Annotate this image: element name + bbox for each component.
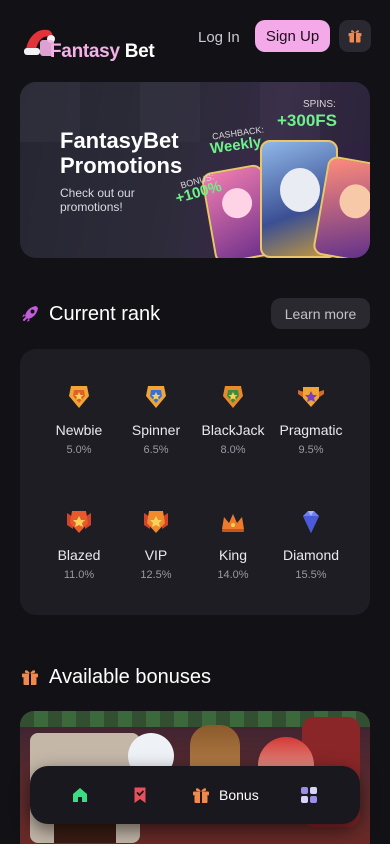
rank-percent: 11.0% [63, 569, 95, 581]
crown-icon [222, 514, 244, 532]
promo-spins-label: SPINS: [303, 99, 336, 110]
rank-panel: Newbie 5.0% Spinner 6.5% BlackJack 8.0% Pragma… [20, 349, 370, 615]
rank-name: Blazed [57, 547, 101, 563]
rank-item-king[interactable]: King 14.0% [189, 507, 277, 581]
bottom-navigation: Bonus [30, 766, 360, 824]
rank-name: BlackJack [201, 422, 265, 438]
rank-name: Diamond [282, 547, 340, 563]
rank-name: Pragmatic [279, 422, 343, 438]
rank-item-spinner[interactable]: Spinner 6.5% [112, 382, 200, 456]
rank-percent: 9.5% [298, 444, 324, 456]
spinner-badge-icon [146, 386, 166, 408]
rank-percent: 12.5% [140, 569, 172, 581]
logo-bet: Bet [124, 41, 155, 62]
grid-icon [301, 787, 317, 803]
nav-bookmark-button[interactable] [128, 783, 152, 807]
signup-button[interactable]: Sign Up [255, 20, 330, 52]
nav-bonus-button[interactable]: Bonus [191, 783, 259, 807]
rank-name: Spinner [131, 422, 181, 438]
logo[interactable]: Fantasy Bet [14, 16, 182, 62]
rank-name: King [218, 547, 248, 563]
diamond-icon [303, 511, 319, 533]
rocket-icon [22, 306, 38, 322]
available-bonuses-header: Available bonuses [20, 661, 370, 693]
home-icon [73, 788, 87, 802]
gift-icon [22, 670, 38, 685]
promo-subtitle: Check out our promotions! [60, 186, 135, 214]
rank-item-pragmatic[interactable]: Pragmatic 9.5% [267, 382, 355, 456]
nav-bonus-label: Bonus [219, 787, 259, 803]
pragmatic-badge-icon [298, 387, 324, 407]
promotions-banner[interactable]: FantasyBet Promotions Check out our prom… [20, 82, 370, 258]
rank-percent: 14.0% [217, 569, 249, 581]
promo-spins-value: +300FS [277, 111, 338, 130]
rank-percent: 6.5% [143, 444, 169, 456]
gift-icon [193, 788, 209, 803]
promo-title: FantasyBet Promotions [60, 128, 183, 178]
logo-fantasy: Fantasy [50, 41, 120, 62]
rank-percent: 8.0% [220, 444, 246, 456]
vip-badge-icon [144, 511, 168, 533]
rank-item-diamond[interactable]: Diamond 15.5% [267, 507, 355, 581]
rank-item-blackjack[interactable]: BlackJack 8.0% [189, 382, 277, 456]
rank-item-blazed[interactable]: Blazed 11.0% [35, 507, 123, 581]
blackjack-badge-icon [223, 386, 243, 408]
rank-grid: Newbie 5.0% Spinner 6.5% BlackJack 8.0% Pragma… [20, 349, 370, 615]
login-button[interactable]: Log In [188, 22, 250, 52]
bookmark-icon [134, 787, 146, 803]
header: Fantasy Bet Log In Sign Up [0, 0, 390, 72]
rank-name: VIP [144, 547, 168, 563]
nav-home-button[interactable] [68, 783, 92, 807]
current-rank-header: Current rank Learn more [20, 298, 370, 330]
newbie-badge-icon [69, 386, 89, 408]
nav-grid-button[interactable] [297, 783, 321, 807]
rank-item-vip[interactable]: VIP 12.5% [112, 507, 200, 581]
learn-more-button[interactable]: Learn more [271, 298, 370, 329]
rank-percent: 5.0% [66, 444, 92, 456]
gift-icon [348, 30, 362, 43]
rank-item-newbie[interactable]: Newbie 5.0% [35, 382, 123, 456]
gift-button[interactable] [339, 20, 371, 52]
rank-percent: 15.5% [295, 569, 327, 581]
blazed-badge-icon [67, 511, 91, 533]
current-rank-title: Current rank [49, 302, 161, 325]
available-bonuses-title: Available bonuses [49, 665, 211, 688]
rank-name: Newbie [55, 422, 103, 438]
